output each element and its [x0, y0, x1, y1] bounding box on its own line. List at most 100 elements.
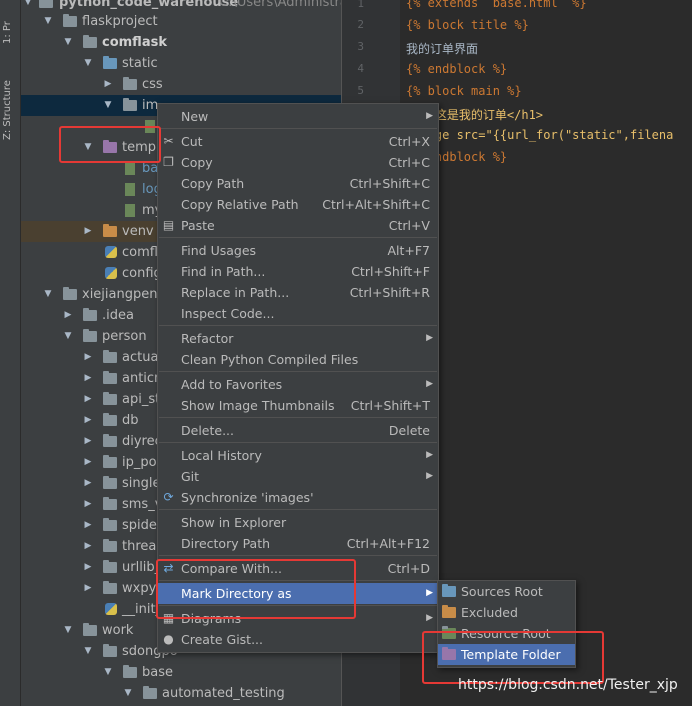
chevron-down-icon[interactable]: ▼: [103, 662, 113, 683]
menu-shortcut: Ctrl+V: [388, 218, 430, 233]
menu-item-cut[interactable]: ✂ Cut Ctrl+X: [158, 131, 438, 152]
tree-label: automated_testing: [162, 686, 285, 701]
folder-icon: [103, 140, 117, 153]
menu-label: Diagrams: [181, 611, 242, 626]
menu-item-inspect-code[interactable]: Inspect Code...: [158, 303, 438, 324]
chevron-right-icon[interactable]: ▶: [63, 305, 73, 326]
menu-item-copy-relative-path[interactable]: Copy Relative Path Ctrl+Alt+Shift+C: [158, 194, 438, 215]
folder-icon: [103, 56, 117, 69]
chevron-right-icon[interactable]: ▶: [83, 557, 93, 578]
menu-item-diagrams[interactable]: ▦ Diagrams ▶: [158, 608, 438, 629]
project-tool-tab[interactable]: 1: Pr: [2, 4, 18, 44]
menu-separator: [159, 417, 437, 418]
submenu-arrow-icon: ▶: [426, 111, 433, 121]
chevron-right-icon[interactable]: ▶: [83, 221, 93, 242]
chevron-down-icon[interactable]: ▼: [43, 284, 53, 305]
menu-item-create-gist[interactable]: ● Create Gist...: [158, 629, 438, 650]
menu-item-directory-path[interactable]: Directory Path Ctrl+Alt+F12: [158, 533, 438, 554]
python-file-icon: [105, 267, 117, 279]
scissors-icon: ✂: [163, 134, 174, 148]
code-line: {% block main %}: [406, 84, 522, 98]
menu-shortcut: Ctrl+Shift+R: [349, 285, 430, 300]
folder-icon: [442, 647, 456, 660]
tree-row-comflask[interactable]: ▼ comflask: [21, 32, 341, 53]
menu-label: Git: [181, 469, 200, 484]
folder-icon: [83, 623, 97, 636]
submenu-item-sources-root[interactable]: Sources Root: [438, 581, 575, 602]
chevron-right-icon[interactable]: ▶: [83, 578, 93, 599]
tree-label: db: [122, 413, 139, 428]
menu-item-refactor[interactable]: Refactor ▶: [158, 328, 438, 349]
folder-icon: [83, 329, 97, 342]
menu-item-local-history[interactable]: Local History ▶: [158, 445, 438, 466]
submenu-label: Sources Root: [461, 584, 543, 599]
menu-item-new[interactable]: New ▶: [158, 106, 438, 127]
github-icon: ●: [163, 632, 174, 646]
chevron-down-icon[interactable]: ▼: [103, 95, 113, 116]
menu-label: Show in Explorer: [181, 515, 287, 530]
chevron-down-icon[interactable]: ▼: [43, 11, 53, 32]
copy-icon: ❐: [163, 155, 174, 169]
menu-item-show-thumbnails[interactable]: Show Image Thumbnails Ctrl+Shift+T: [158, 395, 438, 416]
chevron-down-icon[interactable]: ▼: [83, 641, 93, 662]
chevron-right-icon[interactable]: ▶: [83, 431, 93, 452]
chevron-down-icon[interactable]: ▼: [63, 620, 73, 641]
menu-item-copy[interactable]: ❐ Copy Ctrl+C: [158, 152, 438, 173]
folder-icon: [103, 350, 117, 363]
chevron-right-icon[interactable]: ▶: [83, 536, 93, 557]
tree-row-static[interactable]: ▼ static: [21, 53, 341, 74]
tree-label: venv: [122, 224, 154, 239]
tree-label: person: [102, 329, 147, 344]
chevron-right-icon[interactable]: ▶: [83, 347, 93, 368]
menu-item-delete[interactable]: Delete... Delete: [158, 420, 438, 441]
submenu-item-resource-root[interactable]: Resource Root: [438, 623, 575, 644]
menu-item-find-usages[interactable]: Find Usages Alt+F7: [158, 240, 438, 261]
menu-shortcut: Ctrl+Alt+F12: [346, 536, 430, 551]
menu-shortcut: Ctrl+Shift+F: [351, 264, 430, 279]
chevron-right-icon[interactable]: ▶: [83, 473, 93, 494]
menu-item-copy-path[interactable]: Copy Path Ctrl+Shift+C: [158, 173, 438, 194]
line-number: 3: [357, 40, 364, 53]
tree-row-automated-testing[interactable]: ▼ automated_testing: [21, 683, 341, 704]
tree-label: .idea: [102, 308, 134, 323]
submenu-arrow-icon: ▶: [426, 588, 433, 598]
submenu-arrow-icon: ▶: [426, 471, 433, 481]
tree-label: xiejiangpeng: [82, 287, 166, 302]
line-number: 5: [357, 84, 364, 97]
chevron-right-icon[interactable]: ▶: [83, 389, 93, 410]
submenu-item-excluded[interactable]: Excluded: [438, 602, 575, 623]
tree-row-base[interactable]: ▼ base: [21, 662, 341, 683]
chevron-down-icon[interactable]: ▼: [83, 53, 93, 74]
menu-item-git[interactable]: Git ▶: [158, 466, 438, 487]
chevron-down-icon[interactable]: ▼: [83, 137, 93, 158]
submenu-item-template-folder[interactable]: Template Folder: [438, 644, 575, 665]
chevron-right-icon[interactable]: ▶: [103, 74, 113, 95]
menu-item-show-in-explorer[interactable]: Show in Explorer: [158, 512, 438, 533]
chevron-right-icon[interactable]: ▶: [83, 368, 93, 389]
menu-item-paste[interactable]: ▤ Paste Ctrl+V: [158, 215, 438, 236]
menu-label: Find in Path...: [181, 264, 266, 279]
chevron-right-icon[interactable]: ▶: [83, 452, 93, 473]
submenu-arrow-icon: ▶: [426, 450, 433, 460]
chevron-right-icon[interactable]: ▶: [83, 410, 93, 431]
menu-item-synchronize[interactable]: ⟳ Synchronize 'images': [158, 487, 438, 508]
menu-item-find-in-path[interactable]: Find in Path... Ctrl+Shift+F: [158, 261, 438, 282]
menu-label: Cut: [181, 134, 203, 149]
folder-icon: [143, 686, 157, 699]
chevron-down-icon[interactable]: ▼: [63, 326, 73, 347]
menu-item-compare-with[interactable]: ⇄ Compare With... Ctrl+D: [158, 558, 438, 579]
html-file-icon: [125, 204, 135, 217]
image-file-icon: [145, 120, 155, 133]
menu-label: Show Image Thumbnails: [181, 398, 335, 413]
menu-item-mark-directory-as[interactable]: Mark Directory as ▶: [158, 583, 438, 604]
tree-row-css[interactable]: ▶ css: [21, 74, 341, 95]
structure-tool-tab[interactable]: Z: Structure: [2, 60, 18, 140]
chevron-right-icon[interactable]: ▶: [83, 494, 93, 515]
menu-item-replace-in-path[interactable]: Replace in Path... Ctrl+Shift+R: [158, 282, 438, 303]
tree-row-flaskproject[interactable]: ▼ flaskproject: [21, 11, 341, 32]
chevron-down-icon[interactable]: ▼: [63, 32, 73, 53]
chevron-down-icon[interactable]: ▼: [123, 683, 133, 704]
chevron-right-icon[interactable]: ▶: [83, 515, 93, 536]
menu-item-clean-python[interactable]: Clean Python Compiled Files: [158, 349, 438, 370]
menu-item-add-to-favorites[interactable]: Add to Favorites ▶: [158, 374, 438, 395]
